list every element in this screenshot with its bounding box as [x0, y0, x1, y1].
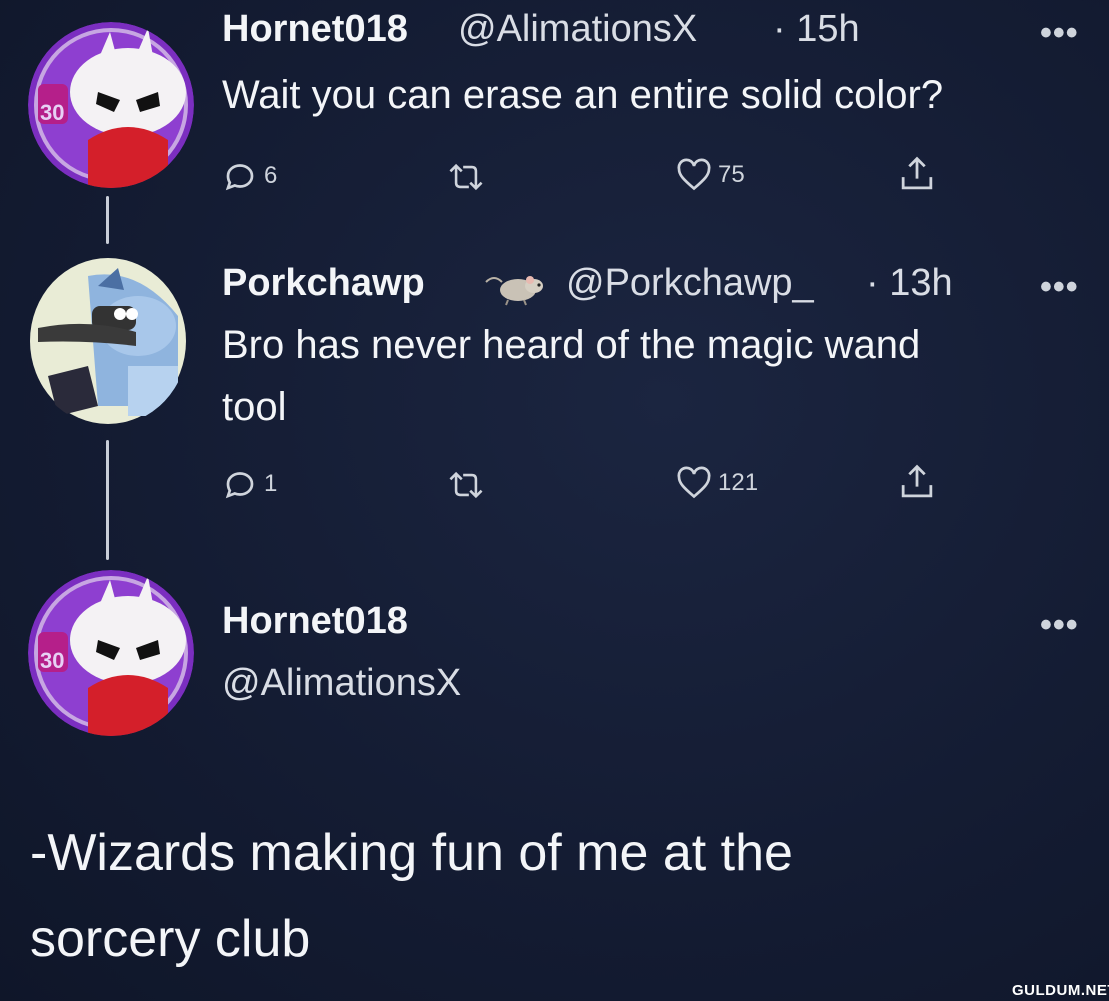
tweet2-text-line1: Bro has never heard of the magic wand [222, 323, 921, 367]
tweet1-retweet-button[interactable] [446, 160, 486, 194]
tweet2-author-name[interactable]: Porkchawp [222, 262, 425, 305]
avatar-hornet018[interactable]: 30 [28, 22, 194, 188]
tweet2-like-count: 121 [718, 469, 759, 496]
reply-icon [225, 472, 254, 499]
rat-emoji-icon [484, 268, 546, 311]
tweet2-more-icon[interactable]: ••• [1040, 268, 1079, 307]
watermark: GULDUM.NET [1012, 982, 1109, 999]
reply-icon [225, 164, 254, 191]
tweet1-share-button[interactable] [898, 154, 936, 194]
tweet3-more-icon[interactable]: ••• [1040, 606, 1079, 645]
caption-line2: sorcery club [30, 910, 311, 968]
thread-line-1 [106, 196, 109, 244]
tweet2-author-handle[interactable]: @Porkchawp_ [566, 262, 814, 305]
svg-text:30: 30 [40, 648, 64, 673]
share-icon [901, 464, 933, 498]
tweet1-text: Wait you can erase an entire solid color… [222, 73, 944, 117]
tweet2-reply-count: 1 [264, 470, 278, 497]
tweet1-author-name[interactable]: Hornet018 [222, 8, 408, 51]
tweet1-like-button[interactable]: 75 [676, 158, 745, 192]
tweet1-like-count: 75 [718, 161, 745, 188]
tweet1-reply-count: 6 [264, 162, 278, 189]
tweet2-text-line2: tool [222, 385, 287, 429]
tweet1-author-handle[interactable]: @AlimationsX [458, 8, 697, 51]
tweet3-author-name[interactable]: Hornet018 [222, 600, 408, 643]
tweet2-reply-button[interactable]: 1 [222, 466, 277, 502]
tweet2-share-button[interactable] [898, 462, 936, 502]
tweet2-retweet-button[interactable] [446, 468, 486, 502]
tweet2-like-button[interactable]: 121 [676, 466, 758, 500]
retweet-icon [449, 163, 483, 191]
caption-line1: -Wizards making fun of me at the [30, 824, 793, 882]
thread-line-2 [106, 440, 109, 560]
tweet2-timestamp[interactable]: · 13h [866, 262, 953, 305]
tweet1-reply-button[interactable]: 6 [222, 158, 277, 194]
like-icon [677, 158, 711, 191]
retweet-icon [449, 471, 483, 499]
tweet1-more-icon[interactable]: ••• [1040, 14, 1079, 53]
share-icon [901, 156, 933, 190]
avatar-hornet018-main[interactable]: 30 [28, 570, 194, 736]
tweet1-timestamp[interactable]: · 15h [773, 8, 860, 51]
avatar-porkchawp[interactable] [28, 256, 188, 426]
tweet3-author-handle[interactable]: @AlimationsX [222, 662, 461, 705]
like-icon [677, 466, 711, 499]
svg-text:30: 30 [40, 100, 64, 125]
